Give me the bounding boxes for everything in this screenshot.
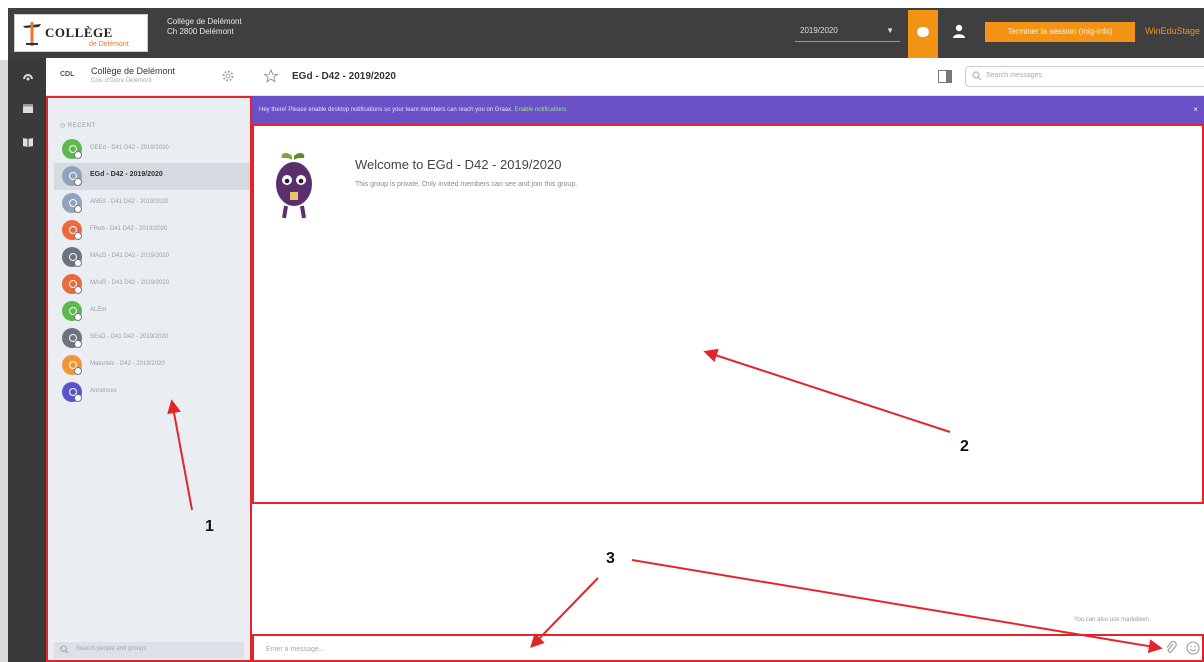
status-dot-icon <box>74 367 82 375</box>
status-dot-icon <box>74 178 82 186</box>
header-bar: CDL Collège de Delémont Cols d'Outre Del… <box>46 58 1204 96</box>
gear-icon[interactable] <box>221 69 235 83</box>
annotation-number-1: 1 <box>205 518 214 535</box>
calendar-icon[interactable] <box>22 102 34 114</box>
status-dot-icon <box>74 205 82 213</box>
chevron-down-icon: ▼ <box>886 26 894 35</box>
markdown-note[interactable]: You can also use markdown <box>1074 617 1149 623</box>
logo-text: COLLÈGE <box>45 25 113 40</box>
search-icon <box>972 71 982 81</box>
left-rail <box>8 58 46 662</box>
user-icon[interactable] <box>952 24 966 38</box>
team-name[interactable]: Collège de Delémont <box>91 66 175 76</box>
room-title: EGd - D42 - 2019/2020 <box>292 71 396 82</box>
search-messages-input[interactable]: Search messages <box>965 66 1204 87</box>
status-dot-icon <box>74 151 82 159</box>
school-line-2: Ch 2800 Delémont <box>167 27 234 36</box>
room-item[interactable]: EGd - D42 - 2019/2020 <box>54 163 250 190</box>
chat-bubble-icon <box>917 27 929 37</box>
welcome-title: Welcome to EGd - D42 - 2019/2020 <box>355 157 562 172</box>
room-item[interactable]: FReb - D41 D42 - 2019/2020 <box>54 217 250 244</box>
side-panel-icon[interactable] <box>938 70 952 83</box>
annotation-number-2: 2 <box>960 438 969 455</box>
status-dot-icon <box>74 313 82 321</box>
room-label: EGd - D42 - 2019/2020 <box>90 171 163 178</box>
room-item[interactable]: Maturités - D42 - 2019/2020 <box>54 352 250 379</box>
enable-notifications-link[interactable]: Enable notifications <box>514 107 566 113</box>
room-item[interactable]: ALEm <box>54 298 250 325</box>
team-subtitle: Cols d'Outre Delémont <box>91 78 152 84</box>
search-placeholder: Search messages <box>986 72 1043 79</box>
room-label: MAcD - D41 D42 - 2019/2020 <box>90 253 170 259</box>
paperclip-icon[interactable] <box>1165 641 1177 655</box>
room-item[interactable]: MAsR - D41 D42 - 2019/2020 <box>54 271 250 298</box>
room-label: SEsD - D41 D42 - 2019/2020 <box>90 334 169 340</box>
room-list: GEEd - D41 D42 - 2019/2020 EGd - D42 - 20… <box>54 136 250 406</box>
room-label: Maturités - D42 - 2019/2020 <box>90 361 165 367</box>
room-label: ALEm <box>90 307 107 313</box>
room-item[interactable]: GEEd - D41 D42 - 2019/2020 <box>54 136 250 163</box>
book-icon[interactable] <box>22 136 34 148</box>
search-icon <box>60 645 69 654</box>
recent-label: ◷ RECENT <box>60 123 96 129</box>
school-line-1: Collège de Delémont <box>167 17 242 26</box>
year-select[interactable]: 2019/2020 ▼ <box>795 20 900 42</box>
logo-subtext: de Delémont <box>89 41 129 48</box>
chat-area <box>252 124 1204 662</box>
star-icon[interactable] <box>264 69 278 83</box>
dashboard-icon[interactable] <box>22 70 34 82</box>
end-session-button[interactable]: Terminer la session (mig-info) <box>985 22 1135 42</box>
status-dot-icon <box>74 394 82 402</box>
notification-text: Hey there! Please enable desktop notific… <box>259 107 513 113</box>
room-item[interactable]: MAcD - D41 D42 - 2019/2020 <box>54 244 250 271</box>
people-search-input[interactable]: Search people and groups <box>54 642 244 658</box>
welcome-subtitle: This group is private. Only invited memb… <box>355 181 578 188</box>
room-item[interactable]: SEsD - D41 D42 - 2019/2020 <box>54 325 250 352</box>
room-label: MAsR - D41 D42 - 2019/2020 <box>90 280 170 286</box>
room-item[interactable]: ANEd - D41 D42 - 2019/2020 <box>54 190 250 217</box>
top-bar: COLLÈGE de Delémont Collège de Delémont … <box>0 0 1204 60</box>
notification-bar: Hey there! Please enable desktop notific… <box>252 96 1204 124</box>
team-logo: CDL <box>60 71 75 78</box>
college-logo[interactable]: COLLÈGE de Delémont <box>14 14 148 52</box>
school-name: Collège de Delémont Ch 2800 Delémont <box>167 17 242 37</box>
room-label: GEEd - D41 D42 - 2019/2020 <box>90 145 169 151</box>
room-label: ANEd - D41 D42 - 2019/2020 <box>90 199 169 205</box>
status-dot-icon <box>74 286 82 294</box>
room-label: FReb - D41 D42 - 2019/2020 <box>90 226 168 232</box>
status-dot-icon <box>74 340 82 348</box>
close-icon[interactable]: × <box>1193 105 1198 114</box>
annotation-divider <box>252 502 1204 504</box>
room-label: Annonces <box>90 388 117 394</box>
year-select-value: 2019/2020 <box>800 26 838 35</box>
status-dot-icon <box>74 259 82 267</box>
status-dot-icon <box>74 232 82 240</box>
edustage-link[interactable]: WinEduStage <box>1145 26 1200 36</box>
mascot-icon <box>276 152 312 219</box>
message-composer[interactable]: Enter a message... <box>252 636 1204 662</box>
emoji-icon[interactable] <box>1186 641 1200 655</box>
room-sidebar: ◷ RECENT GEEd - D41 D42 - 2019/2020 EGd -… <box>46 96 250 662</box>
people-search-placeholder: Search people and groups <box>76 646 147 652</box>
annotation-number-3: 3 <box>606 550 615 567</box>
college-emblem-icon <box>23 22 41 46</box>
room-item[interactable]: Annonces <box>54 379 250 406</box>
chat-button[interactable] <box>908 10 938 58</box>
message-input-placeholder: Enter a message... <box>266 646 325 653</box>
